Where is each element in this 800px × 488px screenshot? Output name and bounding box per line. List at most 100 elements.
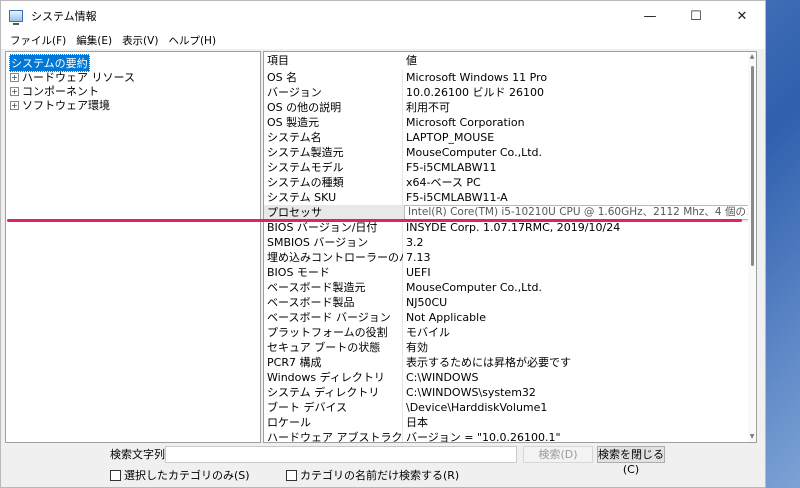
title-bar: システム情報 — ☐ ✕: [1, 1, 765, 31]
row-value-cell: MouseComputer Co.,Ltd.: [406, 281, 543, 294]
checkbox-box[interactable]: [110, 469, 121, 481]
row-item-cell: システムモデル: [267, 161, 344, 174]
table-row[interactable]: SMBIOS バージョン 3.2: [264, 235, 756, 250]
row-item-cell: システムの種類: [267, 176, 344, 189]
column-header-value[interactable]: 値: [406, 52, 417, 70]
row-value-cell: Microsoft Windows 11 Pro: [406, 71, 548, 84]
row-item-cell: バージョン: [267, 86, 322, 99]
details-grid: 項目 値 OS 名 Microsoft Windows 11 Pro バージョン 10…: [263, 51, 757, 443]
row-value-cell: F5-i5CMLABW11: [406, 161, 497, 174]
row-item-cell: システム ディレクトリ: [267, 386, 380, 399]
table-row[interactable]: システム名 LAPTOP_MOUSE: [264, 130, 756, 145]
row-item-cell: BIOS バージョン/日付: [267, 221, 378, 234]
value-tooltip: Intel(R) Core(TM) i5-10210U CPU @ 1.60GH…: [404, 205, 756, 220]
table-row[interactable]: PCR7 構成 表示するためには昇格が必要です: [264, 355, 756, 370]
checkbox-label: 選択したカテゴリのみ(S): [124, 469, 250, 482]
expand-plus-icon[interactable]: +: [10, 100, 19, 110]
table-row[interactable]: BIOS バージョン/日付 INSYDE Corp. 1.07.17RMC, 20…: [264, 220, 756, 235]
row-item-cell: システム製造元: [267, 146, 344, 159]
table-row[interactable]: セキュア ブートの状態 有効: [264, 340, 756, 355]
row-item-cell: SMBIOS バージョン: [267, 236, 369, 249]
row-value-cell: 3.2: [406, 236, 424, 249]
table-row[interactable]: ベースボード製品 NJ50CU: [264, 295, 756, 310]
search-bar: 検索文字列 検索(D) 検索を閉じる(C) 選択したカテゴリのみ(S) カテゴリ…: [1, 445, 765, 487]
table-row[interactable]: システム SKU F5-i5CMLABW11-A: [264, 190, 756, 205]
row-item-cell: OS の他の説明: [267, 101, 342, 114]
expand-plus-icon[interactable]: +: [10, 86, 19, 96]
table-row[interactable]: システム製造元 MouseComputer Co.,Ltd.: [264, 145, 756, 160]
vertical-scrollbar[interactable]: ▲ ▼: [748, 52, 756, 442]
row-item-cell: 埋め込みコントローラーのバージョン: [267, 251, 403, 264]
row-item-cell: ベースボード バージョン: [267, 311, 391, 324]
checkbox-label: カテゴリの名前だけ検索する(R): [300, 469, 460, 482]
table-row[interactable]: OS 名 Microsoft Windows 11 Pro: [264, 70, 756, 85]
row-item-cell: ブート デバイス: [267, 401, 348, 414]
table-row[interactable]: ロケール 日本: [264, 415, 756, 430]
checkbox-box[interactable]: [286, 469, 297, 481]
row-item-cell: PCR7 構成: [267, 356, 322, 369]
row-item-cell: OS 製造元: [267, 116, 320, 129]
table-row[interactable]: システムの種類 x64-ベース PC: [264, 175, 756, 190]
maximize-button[interactable]: ☐: [673, 1, 719, 31]
table-row[interactable]: Windows ディレクトリ C:\WINDOWS: [264, 370, 756, 385]
menu-file[interactable]: ファイル(F): [5, 33, 71, 48]
row-value-cell: バージョン = "10.0.26100.1": [406, 431, 561, 443]
row-value-cell: 7.13: [406, 251, 431, 264]
menu-help[interactable]: ヘルプ(H): [163, 33, 221, 48]
close-button[interactable]: ✕: [719, 1, 765, 31]
table-row[interactable]: BIOS モード UEFI: [264, 265, 756, 280]
row-value-cell: INSYDE Corp. 1.07.17RMC, 2019/10/24: [406, 221, 621, 234]
row-value-cell: x64-ベース PC: [406, 176, 481, 189]
row-item-cell: ベースボード製造元: [267, 281, 366, 294]
table-row[interactable]: プラットフォームの役割 モバイル: [264, 325, 756, 340]
table-row[interactable]: システム ディレクトリ C:\WINDOWS\system32: [264, 385, 756, 400]
row-item-cell: システム名: [267, 131, 322, 144]
row-value-cell: 表示するためには昇格が必要です: [406, 356, 571, 369]
search-input[interactable]: [165, 446, 517, 463]
tree-item-software-environment[interactable]: + ソフトウェア環境: [10, 97, 110, 113]
selected-category-only-checkbox[interactable]: 選択したカテゴリのみ(S): [110, 467, 250, 483]
row-item-cell: ロケール: [267, 416, 311, 429]
row-value-cell: 有効: [406, 341, 428, 354]
table-row[interactable]: 埋め込みコントローラーのバージョン7.13: [264, 250, 756, 265]
row-value-cell: NJ50CU: [406, 296, 448, 309]
row-value-cell: Microsoft Corporation: [406, 116, 525, 129]
row-item-cell: プロセッサ: [267, 206, 322, 219]
table-row[interactable]: システムモデル F5-i5CMLABW11: [264, 160, 756, 175]
system-info-app-icon: [9, 10, 23, 25]
table-row[interactable]: OS 製造元 Microsoft Corporation: [264, 115, 756, 130]
table-row[interactable]: ハードウェア アブストラクション レイ...バージョン = "10.0.2610…: [264, 430, 756, 443]
row-item-cell: システム SKU: [267, 191, 337, 204]
row-item-cell: Windows ディレクトリ: [267, 371, 385, 384]
row-item-cell: ベースボード製品: [267, 296, 355, 309]
tree-item-label: ソフトウェア環境: [22, 99, 110, 112]
grid-rows: OS 名 Microsoft Windows 11 Pro バージョン 10.0.26…: [264, 70, 756, 443]
table-row[interactable]: ベースボード製造元 MouseComputer Co.,Ltd.: [264, 280, 756, 295]
minimize-button[interactable]: —: [627, 1, 673, 31]
menu-view[interactable]: 表示(V): [117, 33, 163, 48]
table-row[interactable]: OS の他の説明 利用不可: [264, 100, 756, 115]
window-controls: — ☐ ✕: [627, 1, 765, 31]
scroll-thumb[interactable]: [751, 66, 754, 266]
close-search-button[interactable]: 検索を閉じる(C): [597, 446, 665, 476]
row-value-cell: UEFI: [406, 266, 431, 279]
table-row[interactable]: バージョン 10.0.26100 ビルド 26100: [264, 85, 756, 100]
row-item-cell: ハードウェア アブストラクション レイ...: [267, 431, 403, 443]
table-row[interactable]: プロセッサ Intel(R) Core(TM) i5-10210U CPU @ 1…: [264, 205, 756, 220]
row-value-cell: 利用不可: [406, 101, 450, 114]
table-row[interactable]: ブート デバイス \Device\HarddiskVolume1: [264, 400, 756, 415]
row-value-cell: LAPTOP_MOUSE: [406, 131, 495, 144]
category-tree: システムの要約 + ハードウェア リソース + コンポーネント + ソフトウェア…: [5, 51, 261, 443]
scroll-up-arrow-icon[interactable]: ▲: [748, 52, 756, 62]
scroll-down-arrow-icon[interactable]: ▼: [748, 432, 756, 442]
column-header-item[interactable]: 項目: [267, 52, 289, 70]
expand-plus-icon[interactable]: +: [10, 72, 19, 82]
row-item-cell: BIOS モード: [267, 266, 330, 279]
annotation-underline: [7, 219, 742, 222]
row-value-cell: MouseComputer Co.,Ltd.: [406, 146, 543, 159]
row-item-cell: プラットフォームの役割: [267, 326, 388, 339]
category-names-only-checkbox[interactable]: カテゴリの名前だけ検索する(R): [286, 467, 459, 483]
table-row[interactable]: ベースボード バージョン Not Applicable: [264, 310, 756, 325]
search-button[interactable]: 検索(D): [523, 446, 593, 463]
menu-edit[interactable]: 編集(E): [71, 33, 117, 48]
